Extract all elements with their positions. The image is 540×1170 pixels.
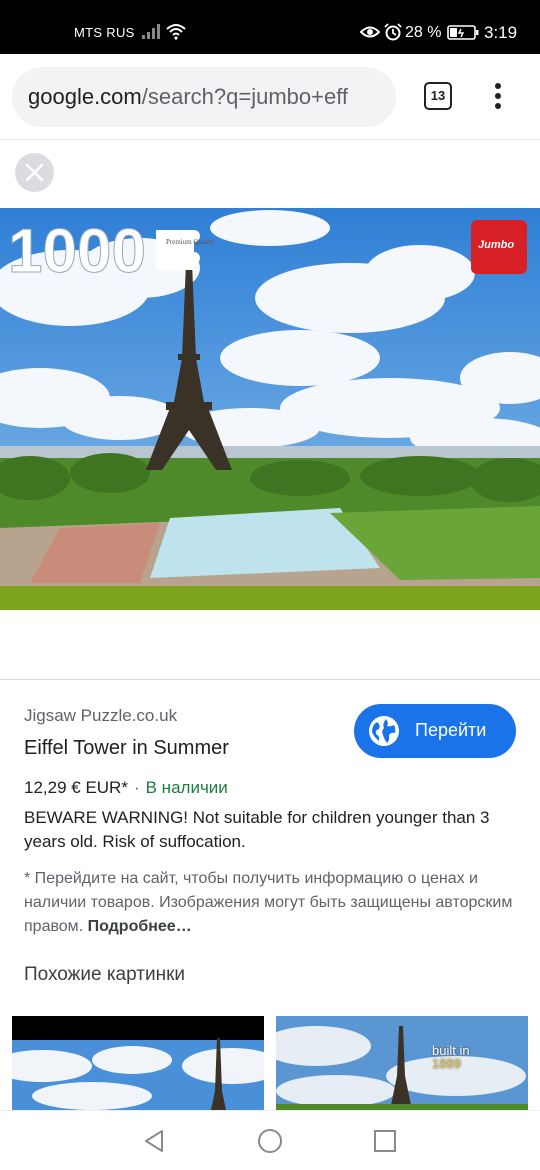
url-path: /search?q=jumbo+eff bbox=[141, 84, 349, 109]
back-icon[interactable] bbox=[142, 1128, 168, 1154]
price: 12,29 € EUR* bbox=[24, 778, 128, 797]
separator: · bbox=[133, 778, 140, 797]
quality-badge-text: Premium Quality bbox=[166, 238, 215, 246]
globe-icon bbox=[369, 716, 399, 746]
close-button[interactable] bbox=[15, 153, 54, 192]
caption-year: 1889 bbox=[432, 1056, 461, 1071]
clock: 3:19 bbox=[484, 23, 518, 42]
related-image[interactable]: built in 1889 bbox=[276, 1016, 528, 1110]
visit-button-label: Перейти bbox=[415, 720, 487, 740]
visit-button[interactable]: Перейти bbox=[354, 704, 516, 758]
product-image[interactable]: 1000 Premium Quality Jumbo bbox=[0, 208, 540, 610]
price-line: 12,29 € EUR* · В наличии bbox=[24, 778, 228, 798]
thumbnail-caption: built in 1889 bbox=[432, 1044, 470, 1070]
battery-percent: 28 % bbox=[405, 24, 442, 41]
result-title[interactable]: Eiffel Tower in Summer bbox=[24, 737, 229, 760]
url-text: google.com/search?q=jumbo+eff bbox=[28, 84, 348, 110]
related-image[interactable] bbox=[12, 1016, 264, 1110]
copyright-notice: * Перейдите на сайт, чтобы получить инфо… bbox=[24, 867, 524, 939]
more-link[interactable]: Подробнее… bbox=[88, 918, 192, 935]
tab-switcher-button[interactable]: 13 bbox=[424, 82, 452, 110]
product-warning: BEWARE WARNING! Not suitable for childre… bbox=[24, 808, 490, 851]
more-vert-icon[interactable] bbox=[486, 80, 510, 112]
signal-icon bbox=[142, 24, 160, 39]
eye-comfort-icon bbox=[360, 26, 380, 38]
home-icon[interactable] bbox=[257, 1128, 283, 1154]
divider bbox=[0, 679, 540, 680]
wifi-icon bbox=[166, 24, 186, 40]
carrier-name: MTS RUS bbox=[74, 25, 135, 40]
close-icon bbox=[25, 163, 44, 182]
address-bar[interactable]: google.com/search?q=jumbo+eff bbox=[12, 67, 396, 127]
result-source[interactable]: Jigsaw Puzzle.co.uk bbox=[24, 706, 177, 726]
browser-toolbar: google.com/search?q=jumbo+eff 13 bbox=[0, 54, 540, 140]
status-bar: MTS RUS 28 % 3:19 bbox=[0, 0, 540, 54]
battery-icon bbox=[447, 25, 479, 40]
related-images-heading: Похожие картинки bbox=[24, 964, 185, 985]
system-nav-bar bbox=[0, 1110, 540, 1170]
alarm-icon bbox=[384, 23, 402, 41]
availability: В наличии bbox=[145, 778, 228, 797]
recent-apps-icon[interactable] bbox=[373, 1129, 397, 1153]
svg-text:1000: 1000 bbox=[8, 217, 146, 286]
brand-logo-text: Jumbo bbox=[478, 239, 514, 251]
url-host: google.com bbox=[28, 84, 142, 109]
